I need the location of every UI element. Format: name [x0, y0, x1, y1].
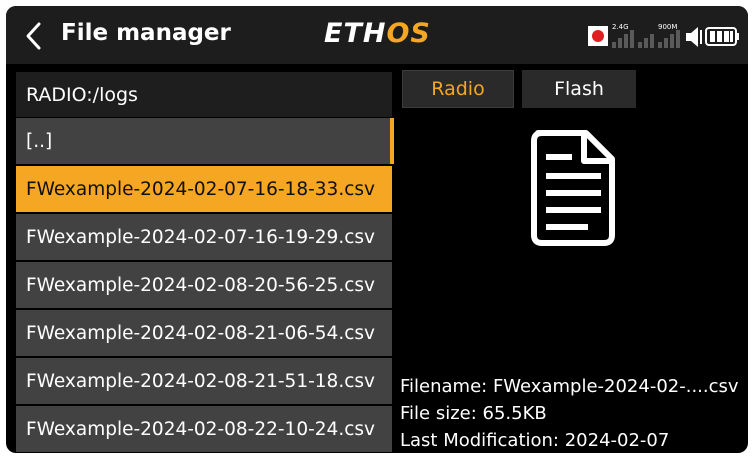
file-list: [..] FWexample-2024-02-07-16-18-33.csv F… — [16, 118, 392, 453]
signal-24-label: 2.4G — [612, 23, 629, 31]
brand-text-main: ETH — [324, 18, 387, 49]
list-item[interactable]: FWexample-2024-02-07-16-18-33.csv — [16, 166, 392, 212]
back-button[interactable] — [14, 16, 54, 56]
current-path: RADIO:/logs — [16, 72, 392, 117]
signal-bars-icon: 2.4G 900M — [612, 23, 680, 48]
back-arrow-icon — [26, 22, 41, 50]
document-icon — [531, 130, 615, 246]
tab-flash[interactable]: Flash — [522, 70, 636, 108]
list-item[interactable]: FWexample-2024-02-08-21-06-54.csv — [16, 310, 392, 356]
list-scrollbar[interactable] — [390, 118, 394, 164]
detail-filename: Filename: FWexample-2024-02-....csv — [400, 376, 739, 397]
list-item[interactable]: FWexample-2024-02-08-20-56-25.csv — [16, 262, 392, 308]
list-item[interactable]: FWexample-2024-02-07-16-19-29.csv — [16, 214, 392, 260]
status-indicators: 2.4G 900M — [586, 20, 746, 52]
list-item[interactable]: FWexample-2024-02-08-21-51-18.csv — [16, 358, 392, 404]
detail-last-modification: Last Modification: 2024-02-07 — [400, 430, 670, 451]
radio-screen: File manager ETHOS 2.4G 900M RADIO:/logs… — [6, 6, 748, 453]
brand-text-accent: OS — [386, 18, 431, 49]
list-item[interactable]: FWexample-2024-02-08-22-10-24.csv — [16, 406, 392, 452]
header-bar: File manager ETHOS 2.4G 900M — [6, 6, 748, 64]
brand-logo: ETHOS — [324, 18, 431, 49]
page-title: File manager — [61, 20, 231, 46]
tab-radio[interactable]: Radio — [402, 70, 514, 108]
battery-icon — [705, 27, 739, 46]
detail-file-size: File size: 65.5KB — [400, 403, 547, 424]
signal-900-label: 900M — [658, 23, 677, 31]
speaker-icon — [686, 27, 702, 47]
list-item-parent-dir[interactable]: [..] — [16, 118, 392, 164]
record-icon — [588, 26, 608, 46]
